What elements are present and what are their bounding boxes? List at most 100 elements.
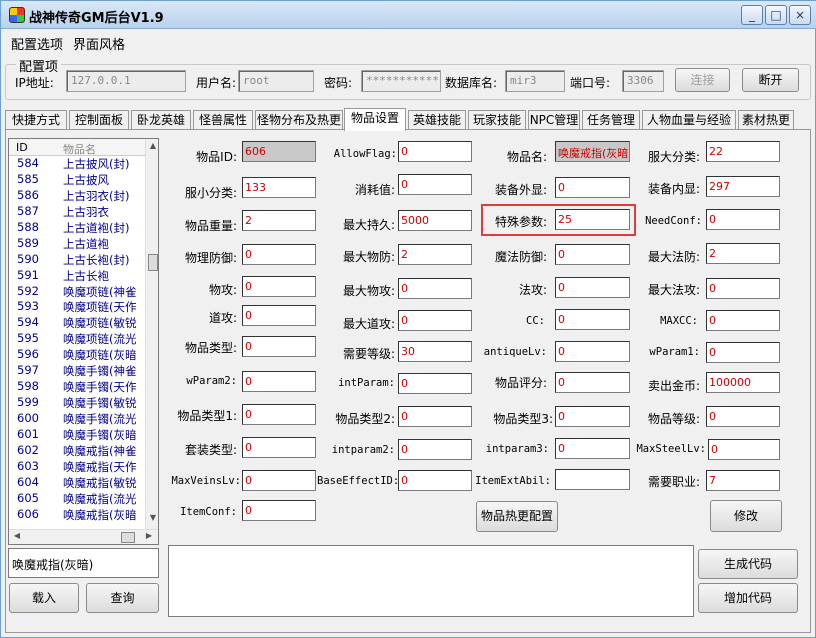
tab-player-skills[interactable]: 玩家技能 bbox=[468, 110, 526, 130]
item-type3-input[interactable]: 0 bbox=[555, 406, 630, 427]
add-code-button[interactable]: 增加代码 bbox=[698, 583, 798, 613]
need-level-input[interactable]: 30 bbox=[398, 341, 472, 362]
item-level-input[interactable]: 0 bbox=[706, 406, 780, 427]
tao-atk-input[interactable]: 0 bbox=[242, 305, 316, 326]
magic-def-input[interactable]: 0 bbox=[555, 244, 630, 265]
item-type-input[interactable]: 0 bbox=[242, 336, 316, 357]
scroll-up-icon[interactable]: ▲ bbox=[147, 141, 158, 155]
wparam2-input[interactable]: 0 bbox=[242, 371, 316, 392]
list-item[interactable]: 604 唤魔戒指(敏锐 bbox=[9, 475, 145, 491]
suit-type-input[interactable]: 0 bbox=[242, 437, 316, 458]
max-veins-lv-input[interactable]: 0 bbox=[242, 470, 316, 491]
tab-wolong-hero[interactable]: 卧龙英雄 bbox=[131, 110, 191, 130]
sell-gold-input[interactable]: 100000 bbox=[706, 372, 780, 393]
max-phys-def-input[interactable]: 2 bbox=[398, 244, 472, 265]
list-item[interactable]: 584 上古披风(封) bbox=[9, 156, 145, 172]
list-item[interactable]: 597 唤魔手镯(神雀 bbox=[9, 363, 145, 379]
maximize-button[interactable]: □ bbox=[765, 5, 787, 25]
code-output-textarea[interactable] bbox=[168, 545, 694, 617]
max-steel-lv-input[interactable]: 0 bbox=[708, 439, 780, 460]
disconnect-button[interactable]: 断开 bbox=[742, 68, 799, 92]
tab-monster-attr[interactable]: 怪兽属性 bbox=[193, 110, 253, 130]
tab-task-manage[interactable]: 任务管理 bbox=[582, 110, 640, 130]
tab-monster-spawn[interactable]: 怪物分布及热更 bbox=[255, 110, 343, 130]
list-item[interactable]: 605 唤魔戒指(流光 bbox=[9, 491, 145, 507]
column-id-header[interactable]: ID bbox=[16, 141, 28, 154]
vertical-scroll-thumb[interactable] bbox=[148, 254, 158, 271]
menu-ui-style[interactable]: 界面风格 bbox=[73, 34, 125, 53]
list-item[interactable]: 590 上古长袍(封) bbox=[9, 252, 145, 268]
ip-input[interactable]: 127.0.0.1 bbox=[66, 70, 186, 92]
maxcc-input[interactable]: 0 bbox=[706, 310, 780, 331]
generate-code-button[interactable]: 生成代码 bbox=[698, 549, 798, 579]
item-id-input[interactable]: 606 bbox=[242, 141, 316, 162]
item-ext-abil-input[interactable] bbox=[555, 469, 630, 490]
consume-input[interactable]: 0 bbox=[398, 174, 472, 195]
list-item[interactable]: 599 唤魔手镯(敏锐 bbox=[9, 395, 145, 411]
list-item[interactable]: 593 唤魔项链(天作 bbox=[9, 299, 145, 315]
intparam2-input[interactable]: 0 bbox=[398, 439, 472, 460]
list-item[interactable]: 586 上古羽衣(封) bbox=[9, 188, 145, 204]
list-item[interactable]: 606 唤魔戒指(灰暗 bbox=[9, 507, 145, 523]
tab-shortcuts[interactable]: 快捷方式 bbox=[5, 110, 67, 130]
password-input[interactable]: *********** bbox=[361, 70, 441, 92]
list-item[interactable]: 595 唤魔项链(流光 bbox=[9, 331, 145, 347]
connect-button[interactable]: 连接 bbox=[675, 68, 730, 92]
weight-input[interactable]: 2 bbox=[242, 210, 316, 231]
item-list[interactable]: ID 物品名 584 上古披风(封) 585 上古披风 586 上古羽衣(封) 587 上古羽… bbox=[8, 138, 159, 545]
list-item[interactable]: 603 唤魔戒指(天作 bbox=[9, 459, 145, 475]
scroll-left-icon[interactable]: ◀ bbox=[11, 531, 23, 544]
username-input[interactable]: root bbox=[238, 70, 314, 92]
list-item[interactable]: 602 唤魔戒指(神雀 bbox=[9, 443, 145, 459]
list-item[interactable]: 601 唤魔手镯(灰暗 bbox=[9, 427, 145, 443]
list-item[interactable]: 591 上古长袍 bbox=[9, 268, 145, 284]
list-item[interactable]: 600 唤魔手镯(流光 bbox=[9, 411, 145, 427]
magic-atk-input[interactable]: 0 bbox=[555, 277, 630, 298]
horizontal-scroll-thumb[interactable] bbox=[121, 532, 135, 543]
query-button[interactable]: 查询 bbox=[86, 583, 159, 613]
equip-inner-input[interactable]: 297 bbox=[706, 176, 780, 197]
column-name-header[interactable]: 物品名 bbox=[63, 141, 96, 157]
close-button[interactable]: × bbox=[789, 5, 811, 25]
allow-flag-input[interactable]: 0 bbox=[398, 141, 472, 162]
list-item[interactable]: 587 上古羽衣 bbox=[9, 204, 145, 220]
title-bar[interactable]: 战神传奇GM后台V1.9 _ □ × bbox=[1, 1, 816, 29]
intparam-input[interactable]: 0 bbox=[398, 373, 472, 394]
list-item[interactable]: 585 上古披风 bbox=[9, 172, 145, 188]
database-input[interactable]: mir3 bbox=[505, 70, 565, 92]
max-magic-def-input[interactable]: 2 bbox=[706, 243, 780, 264]
wparam1-input[interactable]: 0 bbox=[706, 342, 780, 363]
scroll-right-icon[interactable]: ▶ bbox=[143, 531, 155, 544]
max-phys-atk-input[interactable]: 0 bbox=[398, 278, 472, 299]
selected-item-name[interactable]: 唤魔戒指(灰暗) bbox=[8, 548, 159, 578]
list-item[interactable]: 598 唤魔手镯(天作 bbox=[9, 379, 145, 395]
item-type1-input[interactable]: 0 bbox=[242, 404, 316, 425]
list-item[interactable]: 596 唤魔项链(灰暗 bbox=[9, 347, 145, 363]
list-item[interactable]: 589 上古道袍 bbox=[9, 236, 145, 252]
vertical-scrollbar[interactable]: ▲ ▼ bbox=[145, 139, 158, 529]
item-score-input[interactable]: 0 bbox=[555, 372, 630, 393]
item-hot-update-button[interactable]: 物品热更配置 bbox=[476, 501, 558, 532]
scroll-down-icon[interactable]: ▼ bbox=[147, 513, 158, 527]
need-conf-input[interactable]: 0 bbox=[706, 209, 780, 230]
phys-def-input[interactable]: 0 bbox=[242, 244, 316, 265]
menu-config-options[interactable]: 配置选项 bbox=[11, 34, 63, 53]
minimize-button[interactable]: _ bbox=[741, 5, 763, 25]
antique-lv-input[interactable]: 0 bbox=[555, 341, 630, 362]
list-item[interactable]: 592 唤魔项链(神雀 bbox=[9, 284, 145, 300]
cc-input[interactable]: 0 bbox=[555, 309, 630, 330]
tab-npc-manage[interactable]: NPC管理 bbox=[528, 110, 580, 130]
item-type2-input[interactable]: 0 bbox=[398, 406, 472, 427]
tab-hero-skills[interactable]: 英雄技能 bbox=[408, 110, 466, 130]
max-tao-atk-input[interactable]: 0 bbox=[398, 310, 472, 331]
big-category-input[interactable]: 22 bbox=[706, 141, 780, 162]
max-magic-atk-input[interactable]: 0 bbox=[706, 278, 780, 299]
load-button[interactable]: 载入 bbox=[9, 583, 79, 613]
small-category-input[interactable]: 133 bbox=[242, 177, 316, 198]
tab-control-panel[interactable]: 控制面板 bbox=[69, 110, 129, 130]
horizontal-scrollbar[interactable]: ◀ ▶ bbox=[9, 529, 158, 544]
modify-button[interactable]: 修改 bbox=[710, 500, 782, 532]
phys-atk-input[interactable]: 0 bbox=[242, 276, 316, 297]
need-job-input[interactable]: 7 bbox=[706, 470, 780, 491]
port-input[interactable]: 3306 bbox=[622, 70, 664, 92]
